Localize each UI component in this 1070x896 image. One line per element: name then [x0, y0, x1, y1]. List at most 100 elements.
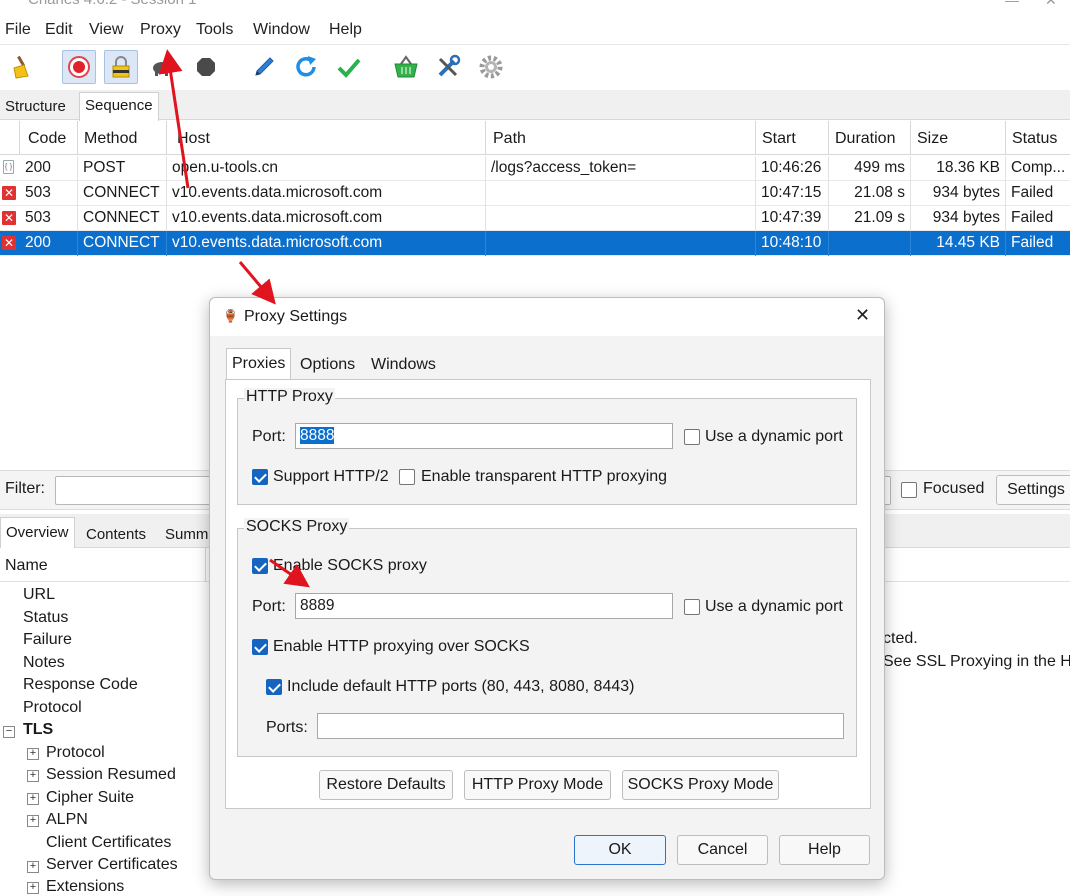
column-header-duration[interactable]: Duration [829, 121, 911, 155]
include-default-ports-checkbox[interactable] [266, 679, 282, 695]
cell-start: 10:47:15 [756, 181, 829, 206]
close-icon[interactable]: ✕ [855, 305, 870, 326]
column-header-host[interactable]: Host [167, 121, 486, 155]
tools-icon[interactable] [431, 50, 465, 84]
collapse-icon[interactable]: − [3, 726, 15, 738]
dialog-title-bar: 🏺 Proxy Settings ✕ [210, 298, 884, 336]
http-dynamic-port-checkbox[interactable] [684, 429, 700, 445]
tree-item-url[interactable]: URL [23, 586, 55, 604]
menu-help[interactable]: Help [329, 21, 362, 39]
table-row[interactable]: ✕ 503 CONNECT v10.events.data.microsoft.… [0, 181, 1070, 206]
tree-item-status[interactable]: Status [23, 609, 68, 627]
error-icon: ✕ [2, 186, 16, 200]
tree-item-tls[interactable]: TLS [23, 721, 53, 739]
cancel-button[interactable]: Cancel [677, 835, 768, 865]
tree-item-alpn[interactable]: ALPN [46, 811, 88, 829]
expand-icon[interactable]: + [27, 793, 39, 805]
tree-item-response-code[interactable]: Response Code [23, 676, 138, 694]
lock-icon[interactable] [104, 50, 138, 84]
record-icon[interactable] [62, 50, 96, 84]
name-column-header: Name [5, 557, 48, 574]
tab-options[interactable]: Options [298, 353, 357, 379]
cell-host: v10.events.data.microsoft.com [167, 231, 486, 256]
cell-path [486, 231, 756, 256]
http-port-input[interactable]: 8888 [295, 423, 673, 449]
tree-item-extensions[interactable]: Extensions [46, 878, 124, 896]
menu-proxy[interactable]: Proxy [140, 21, 181, 39]
tree-item-failure[interactable]: Failure [23, 631, 72, 649]
tree-item-notes[interactable]: Notes [23, 654, 65, 672]
support-http2-label: Support HTTP/2 [273, 468, 389, 485]
tab-windows[interactable]: Windows [369, 353, 438, 379]
tree-item-session-resumed[interactable]: Session Resumed [46, 766, 176, 784]
http-over-socks-checkbox[interactable] [252, 639, 268, 655]
include-default-ports-label: Include default HTTP ports (80, 443, 808… [287, 678, 635, 695]
expand-icon[interactable]: + [27, 770, 39, 782]
menu-edit[interactable]: Edit [45, 21, 73, 39]
tab-summary[interactable]: Summ [160, 522, 213, 548]
ok-button[interactable]: OK [574, 835, 666, 865]
transparent-proxying-checkbox[interactable] [399, 469, 415, 485]
http-proxy-mode-button[interactable]: HTTP Proxy Mode [464, 770, 611, 800]
tab-contents[interactable]: Contents [81, 522, 151, 548]
table-row[interactable]: { } 200 POST open.u-tools.cn /logs?acces… [0, 156, 1070, 181]
socks-dynamic-port-checkbox[interactable] [684, 599, 700, 615]
table-row-selected[interactable]: ✕ 200 CONNECT v10.events.data.microsoft.… [0, 231, 1070, 256]
column-header-start[interactable]: Start [756, 121, 829, 155]
tree-item-cipher-suite[interactable]: Cipher Suite [46, 789, 134, 807]
column-header-code[interactable]: Code [20, 121, 78, 155]
tab-structure[interactable]: Structure [0, 94, 71, 120]
http-over-socks-label: Enable HTTP proxying over SOCKS [273, 638, 530, 655]
basket-icon[interactable] [389, 50, 423, 84]
focused-checkbox[interactable] [901, 482, 917, 498]
gear-icon[interactable] [474, 50, 508, 84]
pen-icon[interactable] [247, 50, 281, 84]
expand-icon[interactable]: + [27, 748, 39, 760]
enable-socks-label: Enable SOCKS proxy [273, 557, 427, 574]
expand-icon[interactable]: + [27, 815, 39, 827]
ports-input[interactable] [317, 713, 844, 739]
cell-size: 14.45 KB [911, 231, 1006, 256]
tree-item-client-certificates[interactable]: Client Certificates [46, 834, 171, 852]
cell-duration: 21.09 s [829, 206, 911, 231]
cell-status: Failed [1011, 234, 1054, 251]
value-notes-text: See SSL Proxying in the H [883, 653, 1070, 670]
tab-sequence[interactable]: Sequence [79, 92, 159, 121]
proxies-panel: HTTP Proxy Port: 8888 Use a dynamic port… [225, 379, 871, 809]
menu-view[interactable]: View [89, 21, 123, 39]
column-header-size[interactable]: Size [911, 121, 1006, 155]
menu-tools[interactable]: Tools [196, 21, 233, 39]
tab-overview[interactable]: Overview [0, 517, 75, 548]
tree-item-protocol[interactable]: Protocol [23, 699, 82, 717]
expand-icon[interactable]: + [27, 861, 39, 873]
cell-host: open.u-tools.cn [167, 156, 486, 181]
column-header-status[interactable]: Status [1006, 121, 1070, 155]
support-http2-checkbox[interactable] [252, 469, 268, 485]
refresh-icon[interactable] [289, 50, 323, 84]
cell-status: Failed [1011, 209, 1054, 226]
expand-icon[interactable]: + [27, 882, 39, 894]
cell-size: 934 bytes [911, 181, 1006, 206]
cell-method: CONNECT [78, 206, 167, 231]
menu-window[interactable]: Window [253, 21, 310, 39]
enable-socks-checkbox[interactable] [252, 558, 268, 574]
help-button[interactable]: Help [779, 835, 870, 865]
table-row[interactable]: ✕ 503 CONNECT v10.events.data.microsoft.… [0, 206, 1070, 231]
menu-file[interactable]: File [5, 21, 31, 39]
http-dynamic-port-label: Use a dynamic port [705, 428, 843, 445]
tree-item-tls-protocol[interactable]: Protocol [46, 744, 105, 762]
column-header-path[interactable]: Path [486, 121, 756, 155]
turtle-icon[interactable] [146, 50, 180, 84]
socks-proxy-mode-button[interactable]: SOCKS Proxy Mode [622, 770, 779, 800]
broom-icon[interactable] [4, 50, 38, 84]
settings-button[interactable]: Settings [996, 475, 1070, 505]
column-header-method[interactable]: Method [78, 121, 167, 155]
check-icon[interactable] [332, 50, 366, 84]
socks-port-input[interactable]: 8889 [295, 593, 673, 619]
minimize-icon[interactable]: — [1005, 0, 1019, 8]
tree-item-server-certificates[interactable]: Server Certificates [46, 856, 178, 874]
stop-icon[interactable] [189, 50, 223, 84]
close-window-icon[interactable]: ✕ [1045, 0, 1057, 9]
restore-defaults-button[interactable]: Restore Defaults [319, 770, 453, 800]
tab-proxies[interactable]: Proxies [226, 348, 292, 380]
